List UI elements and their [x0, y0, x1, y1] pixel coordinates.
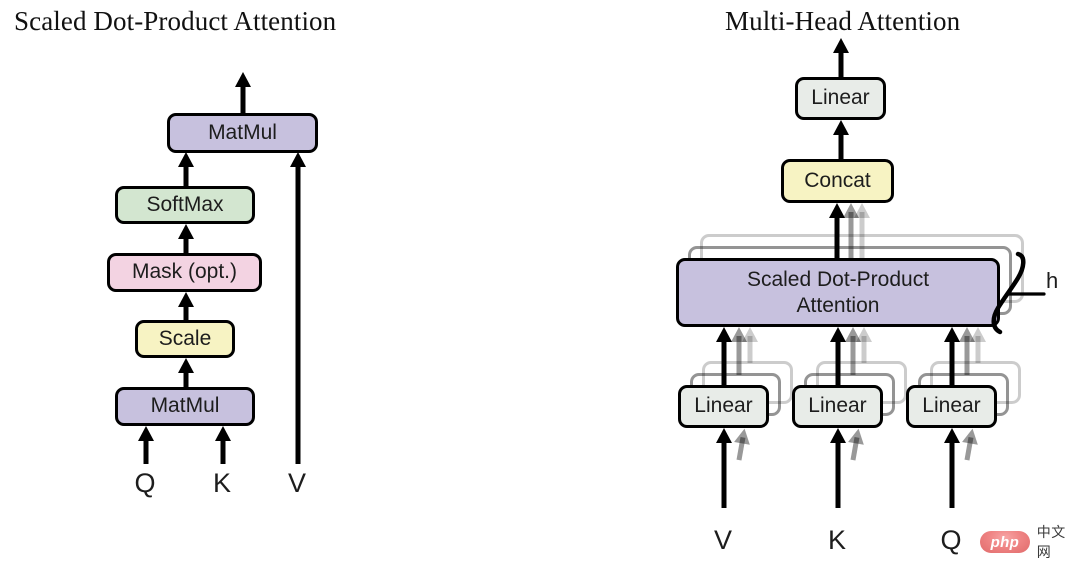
watermark-text: 中文网 — [1036, 525, 1066, 561]
arrow-sdpa-to-concat-ghost1 — [842, 203, 859, 261]
arrow-linear-k-to-sdpa — [829, 327, 846, 387]
arrow-shaft — [220, 436, 225, 464]
arrow-input-k — [214, 426, 231, 464]
arrow-shaft — [747, 336, 752, 363]
node-label: Mask (opt.) — [131, 260, 238, 284]
node-concat[interactable]: Concat — [781, 159, 894, 203]
arrow-linear-v-to-sdpa — [715, 327, 732, 387]
left-panel-title: Scaled Dot-Product Attention — [14, 6, 337, 36]
arrow-linear-k-to-sdpa-ghost1 — [844, 327, 861, 375]
arrow-shaft — [736, 336, 741, 375]
heads-brace-icon — [991, 251, 1046, 335]
node-linear-v[interactable]: Linear — [678, 385, 769, 428]
node-label: Concat — [804, 168, 871, 192]
arrow-linear-q-to-sdpa — [943, 327, 960, 387]
input-label-q-right: Q — [940, 525, 962, 555]
arrow-shaft — [964, 336, 969, 375]
arrow-shaft — [835, 337, 840, 387]
arrow-linear-v-to-sdpa-ghost1 — [730, 327, 747, 375]
arrow-input-v — [289, 152, 306, 464]
arrow-scale-to-mask — [177, 292, 194, 323]
arrow-shaft — [721, 438, 726, 508]
arrow-shaft — [240, 82, 245, 116]
watermark: php 中文网 — [980, 522, 1080, 562]
node-scale[interactable]: Scale — [135, 320, 235, 358]
input-label-k: K — [212, 468, 231, 498]
attention-architecture-figure: Scaled Dot-Product Attention MatMul Soft… — [0, 0, 1080, 565]
arrow-input-q-ghost — [959, 427, 980, 461]
node-label-line2: Attention — [796, 293, 880, 317]
node-matmul-bottom[interactable]: MatMul — [115, 387, 255, 426]
input-label-k-right: K — [827, 525, 846, 555]
arrow-shaft — [183, 368, 188, 389]
arrow-concat-to-linear — [832, 120, 849, 160]
arrow-shaft — [850, 336, 855, 375]
arrow-shaft — [834, 213, 839, 261]
arrow-shaft — [838, 48, 843, 79]
node-label: SoftMax — [146, 192, 224, 216]
input-label-v-right: V — [713, 525, 732, 555]
node-label: Scale — [158, 326, 212, 350]
arrow-shaft — [295, 162, 300, 464]
node-label: Linear — [694, 394, 753, 418]
node-label: Linear — [811, 86, 870, 110]
arrow-input-q — [137, 426, 154, 464]
arrow-shaft — [721, 337, 726, 387]
arrow-shaft — [861, 336, 866, 363]
right-panel-title: Multi-Head Attention — [725, 6, 961, 36]
arrow-sdpa-to-concat — [828, 203, 845, 261]
heads-count-label: h — [1046, 268, 1059, 293]
arrow-input-q-right — [943, 428, 960, 508]
node-label: Linear — [922, 394, 981, 418]
node-matmul-top[interactable]: MatMul — [167, 113, 318, 153]
node-linear-q[interactable]: Linear — [906, 385, 997, 428]
node-mask[interactable]: Mask (opt.) — [107, 253, 262, 292]
arrow-shaft — [835, 438, 840, 508]
arrow-linear-q-to-sdpa-ghost1 — [958, 327, 975, 375]
arrow-input-k-ghost — [845, 427, 866, 461]
node-linear-k[interactable]: Linear — [792, 385, 883, 428]
left-output-arrow — [234, 72, 251, 116]
arrow-shaft — [143, 436, 148, 464]
arrow-input-v-ghost — [731, 427, 752, 461]
watermark-badge: php — [980, 531, 1030, 553]
node-label: Linear — [808, 394, 867, 418]
arrow-shaft — [949, 438, 954, 508]
node-scaled-dot-product-attention[interactable]: Scaled Dot-Product Attention — [676, 258, 1000, 327]
arrow-shaft — [949, 337, 954, 387]
node-label: MatMul — [150, 394, 220, 418]
input-label-v: V — [287, 468, 306, 498]
input-label-q: Q — [134, 468, 156, 498]
node-softmax[interactable]: SoftMax — [115, 186, 255, 224]
arrow-shaft — [183, 162, 188, 188]
node-linear-output[interactable]: Linear — [795, 77, 886, 120]
arrow-softmax-to-matmul — [177, 152, 194, 188]
arrow-shaft — [848, 212, 853, 261]
arrow-input-k-right — [829, 428, 846, 508]
node-label-line1: Scaled Dot-Product — [746, 268, 930, 292]
right-output-arrow — [832, 38, 849, 79]
arrow-matmul-to-scale — [177, 358, 194, 389]
node-label: MatMul — [208, 120, 277, 144]
arrow-input-v-right — [715, 428, 732, 508]
arrow-shaft — [838, 130, 843, 160]
